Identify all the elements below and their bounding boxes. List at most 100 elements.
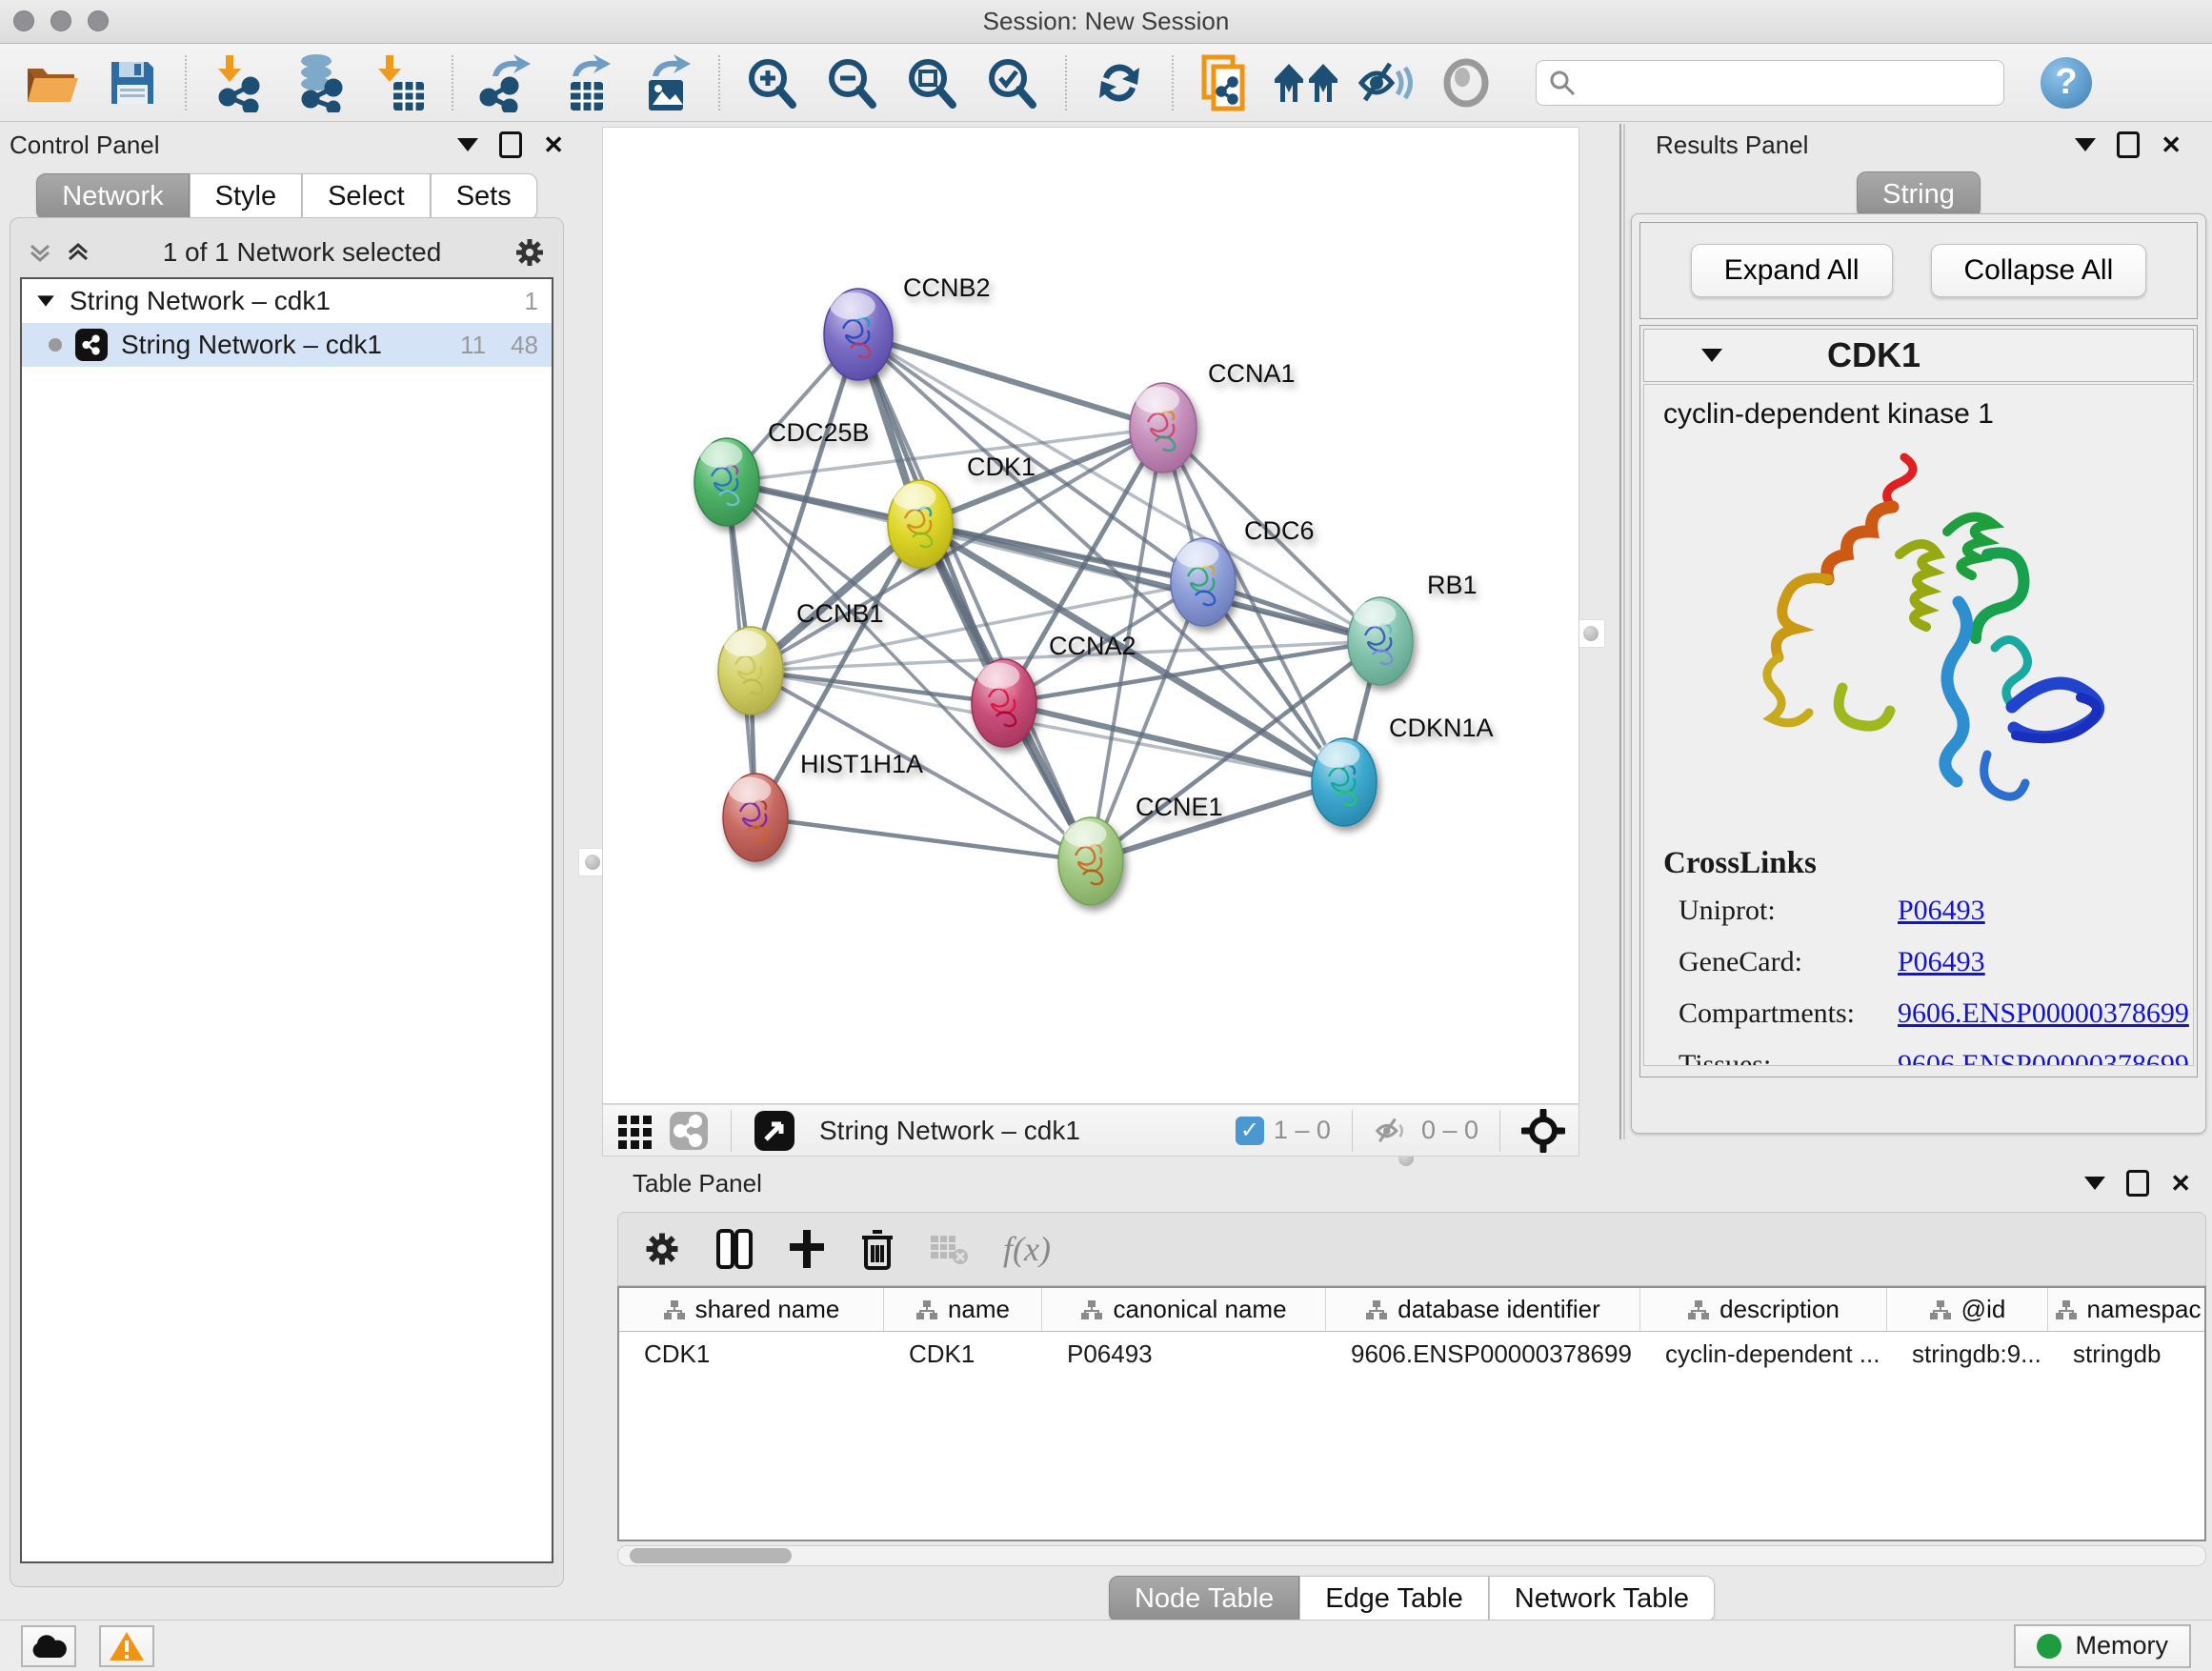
collection-expand-icon[interactable] bbox=[37, 295, 54, 306]
network-row[interactable]: String Network – cdk1 1148 bbox=[22, 323, 552, 367]
import-network-from-database-button[interactable] bbox=[284, 51, 354, 114]
column-type-icon bbox=[663, 1299, 686, 1320]
zoom-window-button[interactable] bbox=[88, 10, 109, 31]
clone-network-button[interactable] bbox=[1191, 51, 1261, 114]
network-node-CDKN1A[interactable]: CDKN1A bbox=[1312, 714, 1494, 826]
close-panel-icon[interactable]: ✕ bbox=[2170, 1169, 2191, 1198]
network-node-CCNE1[interactable]: CCNE1 bbox=[1058, 793, 1223, 905]
uniprot-link[interactable]: P06493 bbox=[1898, 895, 2189, 927]
export-network-button[interactable] bbox=[471, 51, 541, 114]
network-edge-HIST1H1A-CCNE1[interactable] bbox=[755, 817, 1091, 861]
tissues-link[interactable]: 9606.ENSP00000378699 bbox=[1898, 1049, 2189, 1066]
save-session-button[interactable] bbox=[97, 51, 168, 114]
collapse-all-icon[interactable] bbox=[28, 240, 52, 265]
hide-selected-button[interactable] bbox=[1351, 51, 1421, 114]
tab-network-table[interactable]: Network Table bbox=[1489, 1576, 1715, 1622]
table-row[interactable]: CDK1CDK1P064939606.ENSP00000378699cyclin… bbox=[619, 1332, 2204, 1376]
expand-all-icon[interactable] bbox=[66, 240, 90, 265]
float-panel-icon[interactable] bbox=[2126, 1170, 2149, 1197]
zoom-out-button[interactable] bbox=[817, 51, 888, 114]
delete-column-icon[interactable] bbox=[860, 1228, 895, 1270]
tab-node-table[interactable]: Node Table bbox=[1109, 1576, 1299, 1622]
selected-checkbox-icon[interactable]: ✓ bbox=[1236, 1117, 1264, 1145]
results-scroll-area[interactable]: CDK1 cyclin-dependent kinase 1 bbox=[1639, 325, 2198, 1077]
scrollbar-thumb[interactable] bbox=[630, 1548, 792, 1563]
table-cell[interactable]: CDK1 bbox=[619, 1332, 884, 1376]
help-button[interactable]: ? bbox=[2041, 57, 2092, 109]
pan-crosshair-icon[interactable] bbox=[1521, 1109, 1565, 1153]
table-cell[interactable]: CDK1 bbox=[884, 1332, 1042, 1376]
zoom-in-button[interactable] bbox=[737, 51, 808, 114]
network-edge-CCNB2-CCNA1[interactable] bbox=[858, 334, 1163, 428]
create-column-icon[interactable] bbox=[788, 1228, 826, 1270]
cloud-status-button[interactable] bbox=[21, 1625, 76, 1667]
close-panel-icon[interactable]: ✕ bbox=[2161, 131, 2182, 160]
panel-menu-icon[interactable] bbox=[2084, 1177, 2105, 1190]
table-horizontal-scrollbar[interactable] bbox=[617, 1545, 2206, 1566]
column-header-3[interactable]: canonical name bbox=[1042, 1288, 1326, 1331]
panel-menu-icon[interactable] bbox=[457, 138, 478, 151]
open-session-button[interactable] bbox=[17, 51, 88, 114]
float-panel-icon[interactable] bbox=[2117, 131, 2140, 158]
tab-network[interactable]: Network bbox=[36, 173, 189, 220]
network-edge-CCNB1-CCNA2[interactable] bbox=[751, 671, 1004, 703]
column-header-2[interactable]: name bbox=[884, 1288, 1042, 1331]
results-splitter[interactable] bbox=[1619, 124, 1625, 1139]
table-cell[interactable]: cyclin-dependent ... bbox=[1640, 1332, 1887, 1376]
import-table-from-file-button[interactable] bbox=[364, 51, 434, 114]
close-panel-icon[interactable]: ✕ bbox=[543, 131, 564, 160]
zoom-selected-button[interactable] bbox=[977, 51, 1048, 114]
network-edge-CCNA2-CDKN1A[interactable] bbox=[1004, 703, 1344, 782]
table-cell[interactable]: stringdb:9... bbox=[1887, 1332, 2048, 1376]
network-edge-CCNB2-CCNE1[interactable] bbox=[858, 334, 1091, 861]
column-header-7[interactable]: namespac bbox=[2048, 1288, 2206, 1331]
tab-string[interactable]: String bbox=[1857, 171, 1981, 218]
tab-style[interactable]: Style bbox=[190, 173, 302, 220]
gene-collapse-icon[interactable] bbox=[1701, 349, 1722, 362]
table-options-gear-icon[interactable] bbox=[643, 1230, 681, 1268]
zoom-fit-button[interactable] bbox=[897, 51, 968, 114]
warning-status-button[interactable] bbox=[99, 1625, 154, 1667]
table-cell[interactable]: stringdb bbox=[2048, 1332, 2206, 1376]
birds-eye-view-icon[interactable] bbox=[616, 1112, 654, 1150]
expand-all-button[interactable]: Expand All bbox=[1691, 244, 1893, 297]
apply-layout-button[interactable] bbox=[1084, 51, 1155, 114]
network-options-gear-icon[interactable] bbox=[513, 236, 546, 269]
export-image-button[interactable] bbox=[631, 51, 701, 114]
tab-select[interactable]: Select bbox=[302, 173, 431, 220]
compartments-link[interactable]: 9606.ENSP00000378699 bbox=[1898, 997, 2189, 1030]
tab-sets[interactable]: Sets bbox=[431, 173, 537, 220]
column-header-5[interactable]: description bbox=[1640, 1288, 1887, 1331]
network-node-CCNA1[interactable]: CCNA1 bbox=[1130, 359, 1296, 473]
gene-section-header[interactable]: CDK1 bbox=[1643, 329, 2194, 382]
export-table-button[interactable] bbox=[551, 51, 621, 114]
collapse-all-button[interactable]: Collapse All bbox=[1931, 244, 2147, 297]
network-collection-row[interactable]: String Network – cdk1 1 bbox=[22, 279, 552, 323]
network-canvas[interactable]: CCNB2CCNA1CDC25BCDK1CDC6RB1CCNB1CCNA2CDK… bbox=[602, 127, 1579, 1104]
window-controls[interactable] bbox=[13, 10, 109, 31]
tab-edge-table[interactable]: Edge Table bbox=[1299, 1576, 1489, 1622]
export-view-icon[interactable] bbox=[753, 1109, 796, 1153]
memory-button[interactable]: Memory bbox=[2014, 1624, 2191, 1668]
column-header-1[interactable]: shared name bbox=[619, 1288, 884, 1331]
column-header-6[interactable]: @id bbox=[1887, 1288, 2048, 1331]
minimize-window-button[interactable] bbox=[50, 10, 71, 31]
close-window-button[interactable] bbox=[13, 10, 34, 31]
network-node-RB1[interactable]: RB1 bbox=[1348, 571, 1478, 685]
import-network-from-file-button[interactable] bbox=[204, 51, 274, 114]
table-cell[interactable]: 9606.ENSP00000378699 bbox=[1326, 1332, 1640, 1376]
graphics-details-button[interactable] bbox=[1271, 51, 1341, 114]
network-svg: CCNB2CCNA1CDC25BCDK1CDC6RB1CCNB1CCNA2CDK… bbox=[603, 128, 1579, 1103]
network-overview-icon[interactable] bbox=[668, 1110, 710, 1152]
float-panel-icon[interactable] bbox=[499, 131, 522, 158]
right-splitter-handle[interactable] bbox=[1577, 619, 1605, 648]
panel-menu-icon[interactable] bbox=[2075, 138, 2096, 151]
control-panel-title: Control Panel bbox=[10, 131, 160, 160]
column-header-4[interactable]: database identifier bbox=[1326, 1288, 1640, 1331]
genecard-link[interactable]: P06493 bbox=[1898, 946, 2189, 978]
show-columns-icon[interactable] bbox=[715, 1228, 754, 1270]
node-table[interactable]: shared namenamecanonical namedatabase id… bbox=[617, 1286, 2206, 1541]
show-all-button[interactable] bbox=[1431, 51, 1501, 114]
table-cell[interactable]: P06493 bbox=[1042, 1332, 1326, 1376]
search-input[interactable] bbox=[1586, 68, 1992, 97]
